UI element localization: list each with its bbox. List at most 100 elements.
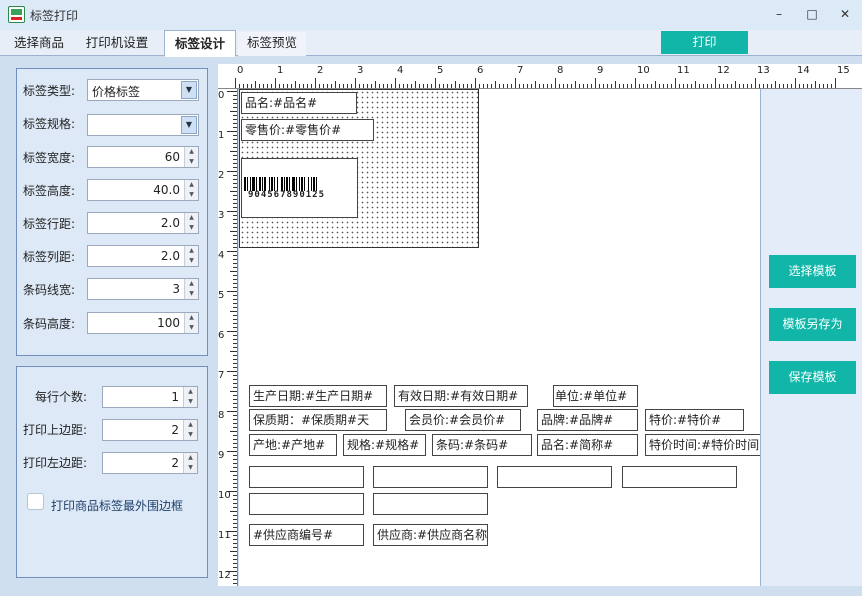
spinner[interactable]: ▲ ▼ [184, 147, 198, 167]
spinner[interactable]: ▲ ▼ [183, 420, 197, 440]
field-empty[interactable] [373, 466, 488, 488]
ruler-tick [603, 84, 604, 88]
barcode-bar [264, 177, 266, 191]
ruler-tick [233, 343, 237, 344]
ruler-tick [467, 84, 468, 88]
field-member-price[interactable]: 会员价:#会员价# [405, 409, 521, 431]
ruler-tick [559, 84, 560, 88]
field-short-name[interactable]: 品名:#简称# [537, 434, 638, 456]
left-margin-value: 2 [171, 456, 179, 470]
ruler-tick [803, 84, 804, 88]
barcode-element[interactable]: 904567890125 [241, 158, 358, 218]
field-retail-price[interactable]: 零售价:#零售价# [241, 119, 374, 141]
spinner[interactable]: ▲ ▼ [184, 180, 198, 200]
field-brand[interactable]: 品牌:#品牌# [537, 409, 638, 431]
print-button[interactable]: 打印 [661, 31, 748, 54]
ruler-tick [583, 84, 584, 88]
maximize-button[interactable]: □ [801, 5, 823, 23]
ruler-tick [451, 84, 452, 88]
ruler-tick [233, 443, 237, 444]
ruler-tick [227, 291, 237, 292]
label-width-input[interactable]: 60 ▲ ▼ [87, 146, 199, 168]
field-name[interactable]: 品名:#品名# [241, 92, 357, 114]
ruler-number: 2 [218, 170, 225, 181]
label-type-select[interactable]: 价格标签 ▼ [87, 79, 199, 101]
per-row-label: 每行个数: [35, 390, 88, 404]
ruler-tick [483, 84, 484, 88]
ruler-tick [719, 84, 720, 88]
ruler-tick [233, 235, 237, 236]
ruler-tick [491, 84, 492, 88]
ruler-tick [233, 335, 237, 336]
tab-label-design[interactable]: 标签设计 [164, 30, 236, 57]
tab-select-product[interactable]: 选择商品 [4, 32, 74, 56]
ruler-tick [523, 84, 524, 88]
spinner[interactable]: ▲ ▼ [183, 453, 197, 473]
ruler-number: 11 [677, 65, 690, 76]
field-empty[interactable] [497, 466, 612, 488]
ruler-tick [233, 447, 237, 448]
field-origin[interactable]: 产地:#产地# [249, 434, 337, 456]
minimize-button[interactable]: – [768, 5, 790, 23]
spinner[interactable]: ▲ ▼ [184, 246, 198, 266]
field-barcode[interactable]: 条码:#条码# [432, 434, 532, 456]
label-spec-select[interactable]: ▼ [87, 114, 199, 136]
app-icon [8, 6, 25, 23]
save-template-button[interactable]: 保存模板 [769, 361, 856, 394]
ruler-tick [255, 81, 256, 88]
field-supplier-name[interactable]: 供应商:#供应商名称# [373, 524, 488, 546]
ruler-tick [233, 575, 237, 576]
border-checkbox[interactable] [27, 493, 44, 510]
bar-height-input[interactable]: 100 ▲ ▼ [87, 312, 199, 334]
field-empty[interactable] [373, 493, 488, 515]
row-gap-input[interactable]: 2.0 ▲ ▼ [87, 212, 199, 234]
top-margin-input[interactable]: 2 ▲ ▼ [102, 419, 198, 441]
ruler-tick [795, 78, 796, 88]
ruler-tick [631, 84, 632, 88]
field-empty[interactable] [249, 493, 364, 515]
ruler-tick [233, 167, 237, 168]
ruler-tick [367, 84, 368, 88]
ruler-number: 0 [218, 90, 225, 101]
field-supplier-no[interactable]: #供应商编号# [249, 524, 364, 546]
ruler-tick [233, 263, 237, 264]
field-expiry-date[interactable]: 有效日期:#有效日期# [394, 385, 528, 407]
field-special-time[interactable]: 特价时间:#特价时间# [645, 434, 761, 456]
ruler-tick [233, 303, 237, 304]
field-empty[interactable] [249, 466, 364, 488]
ruler-number: 11 [218, 530, 231, 541]
field-empty[interactable] [622, 466, 737, 488]
field-shelf-life[interactable]: 保质期：#保质期#天 [249, 409, 387, 431]
save-template-as-button[interactable]: 模板另存为 [769, 308, 856, 341]
col-gap-input[interactable]: 2.0 ▲ ▼ [87, 245, 199, 267]
field-prod-date[interactable]: 生产日期:#生产日期# [249, 385, 387, 407]
label-height-input[interactable]: 40.0 ▲ ▼ [87, 179, 199, 201]
ruler-tick [233, 463, 237, 464]
bar-width-input[interactable]: 3 ▲ ▼ [87, 278, 199, 300]
tab-label-preview[interactable]: 标签预览 [238, 32, 306, 56]
spinner[interactable]: ▲ ▼ [183, 387, 197, 407]
ruler-tick [419, 84, 420, 88]
close-button[interactable]: ✕ [834, 5, 856, 23]
spinner[interactable]: ▲ ▼ [184, 313, 198, 333]
row-gap-label: 标签行距: [23, 217, 76, 231]
label-width-value: 60 [164, 150, 180, 164]
ruler-tick [303, 84, 304, 88]
border-checkbox-label[interactable]: 打印商品标签最外围边框 [51, 497, 183, 514]
ruler-tick [811, 84, 812, 88]
per-row-input[interactable]: 1 ▲ ▼ [102, 386, 198, 408]
select-template-button[interactable]: 选择模板 [769, 255, 856, 288]
left-margin-input[interactable]: 2 ▲ ▼ [102, 452, 198, 474]
chevron-down-icon[interactable]: ▼ [181, 116, 197, 134]
spinner[interactable]: ▲ ▼ [184, 279, 198, 299]
ruler-tick [651, 84, 652, 88]
tab-printer-settings[interactable]: 打印机设置 [78, 32, 156, 56]
field-special-price[interactable]: 特价:#特价# [645, 409, 744, 431]
field-unit[interactable]: 单位:#单位# [553, 385, 638, 407]
field-spec[interactable]: 规格:#规格# [343, 434, 426, 456]
chevron-down-icon[interactable]: ▼ [181, 81, 197, 99]
ruler-tick [233, 107, 237, 108]
spinner[interactable]: ▲ ▼ [184, 213, 198, 233]
ruler-tick [383, 84, 384, 88]
ruler-tick [535, 81, 536, 88]
